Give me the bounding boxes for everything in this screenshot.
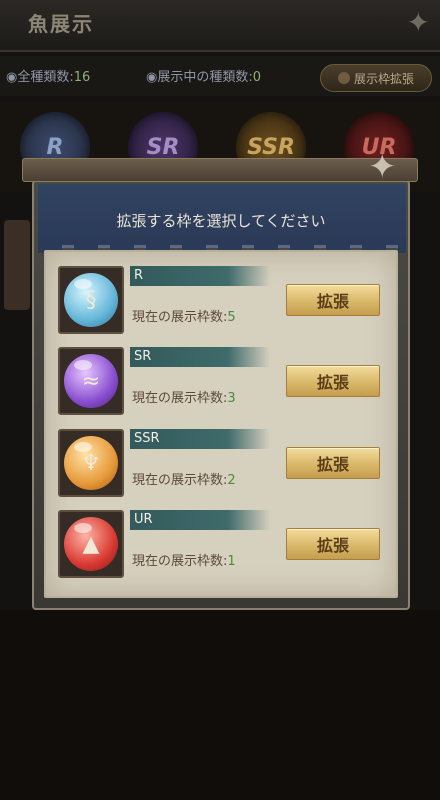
- frame-row-ur: ▲ UR 現在の展示枠数:1 拡張: [56, 510, 386, 580]
- fish-icon-frame: ≈: [58, 347, 124, 415]
- display-count-value: 3: [227, 391, 236, 406]
- rarity-label: UR: [134, 512, 153, 527]
- rarity-label: SR: [134, 349, 152, 364]
- expand-button-sr[interactable]: 拡張: [286, 365, 380, 397]
- expand-button-ssr[interactable]: 拡張: [286, 447, 380, 479]
- frame-row-r: § R 現在の展示枠数:5 拡張: [56, 266, 386, 336]
- expand-button-ur[interactable]: 拡張: [286, 528, 380, 560]
- display-count: 現在の展示枠数:5: [132, 306, 236, 325]
- total-species-value: 16: [73, 70, 91, 85]
- eye-icon: [337, 72, 350, 84]
- fish-icon: ≈: [64, 354, 118, 408]
- fish-icon-frame: ▲: [58, 510, 124, 578]
- total-species-label: ◉全種類数:: [6, 70, 74, 85]
- expand-display-frame-button[interactable]: 展示枠拡張: [320, 64, 432, 92]
- shown-species-stat: ◉展示中の種類数:0: [146, 66, 261, 85]
- screen-title: 魚展示: [28, 12, 94, 36]
- jellyfish-icon: ♆: [64, 436, 118, 490]
- fish-icon-frame: §: [58, 266, 124, 334]
- frame-row-sr: ≈ SR 現在の展示枠数:3 拡張: [56, 347, 386, 417]
- display-count-label: 現在の展示枠数:: [132, 554, 228, 569]
- display-count-label: 現在の展示枠数:: [132, 391, 228, 406]
- rarity-bar: SR: [130, 347, 270, 367]
- shark-icon: ▲: [64, 517, 118, 571]
- display-count-value: 5: [227, 310, 236, 325]
- total-species-stat: ◉全種類数:16: [6, 66, 90, 85]
- shuriken-icon[interactable]: ✦: [407, 6, 430, 39]
- shown-species-value: 0: [252, 70, 262, 85]
- display-count: 現在の展示枠数:1: [132, 550, 236, 569]
- frame-row-ssr: ♆ SSR 現在の展示枠数:2 拡張: [56, 429, 386, 499]
- rarity-bar: R: [130, 266, 270, 286]
- seahorse-icon: §: [64, 273, 118, 327]
- background-bottom: [0, 610, 440, 800]
- display-count: 現在の展示枠数:2: [132, 469, 236, 488]
- rarity-bar: SSR: [130, 429, 270, 449]
- curtain-rod: [22, 158, 418, 182]
- background-card: [4, 220, 30, 310]
- expand-display-frame-label: 展示枠拡張: [353, 71, 414, 86]
- rarity-label: R: [134, 268, 144, 283]
- shown-species-label: ◉展示中の種類数:: [146, 70, 253, 85]
- display-count-label: 現在の展示枠数:: [132, 473, 228, 488]
- rarity-bar: UR: [130, 510, 270, 530]
- dialog-title: 拡張する枠を選択してください: [116, 212, 326, 230]
- display-count: 現在の展示枠数:3: [132, 387, 236, 406]
- screen-header: 魚展示 ✦: [0, 0, 440, 52]
- shuriken-ornament-icon: ✦: [368, 147, 397, 187]
- rarity-label: SSR: [134, 431, 160, 446]
- display-count-value: 2: [227, 473, 236, 488]
- fish-icon-frame: ♆: [58, 429, 124, 497]
- display-count-value: 1: [227, 554, 236, 569]
- display-count-label: 現在の展示枠数:: [132, 310, 228, 325]
- expand-button-r[interactable]: 拡張: [286, 284, 380, 316]
